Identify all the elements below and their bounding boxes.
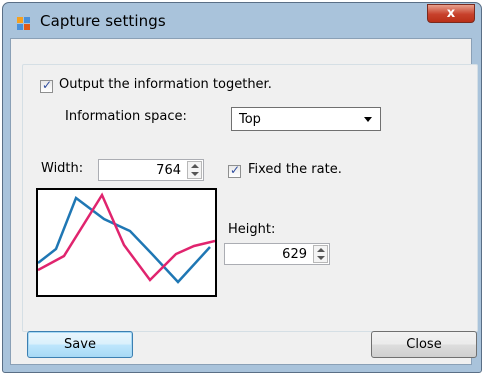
window-title: Capture settings [40,12,166,30]
close-icon: x [446,6,456,21]
height-label: Height: [228,222,276,237]
width-value: 764 [156,163,181,178]
title-bar[interactable]: Capture settings x [3,3,481,39]
height-value: 629 [282,247,307,262]
preview-image [36,188,217,297]
preview-line-blue [37,196,211,284]
preview-line-pink [37,192,216,282]
fixed-rate-label[interactable]: Fixed the rate. [248,162,342,177]
width-spin-buttons[interactable] [187,161,202,179]
width-stepper[interactable]: 764 [98,159,204,181]
save-button[interactable]: Save [27,331,133,358]
width-label: Width: [41,161,84,176]
app-window-icon [17,17,30,30]
checkmark-icon: ✓ [42,78,53,92]
window-close-button[interactable]: x [427,4,475,23]
preview-graphic [37,192,216,284]
spin-down-icon[interactable] [191,172,199,176]
spin-up-icon[interactable] [191,164,199,168]
info-space-dropdown[interactable]: Top [231,107,381,131]
height-spin-buttons[interactable] [313,245,328,263]
info-space-selected: Top [239,112,261,127]
spin-down-icon[interactable] [317,256,325,260]
checkmark-icon: ✓ [230,163,241,177]
chevron-down-icon [364,117,372,122]
info-space-label: Information space: [65,109,187,124]
output-together-checkbox[interactable]: ✓ [40,78,53,93]
output-together-label[interactable]: Output the information together. [59,77,272,92]
spin-up-icon[interactable] [317,248,325,252]
fixed-rate-checkbox[interactable]: ✓ [228,163,241,178]
height-stepper[interactable]: 629 [224,243,330,265]
close-button[interactable]: Close [371,331,477,358]
